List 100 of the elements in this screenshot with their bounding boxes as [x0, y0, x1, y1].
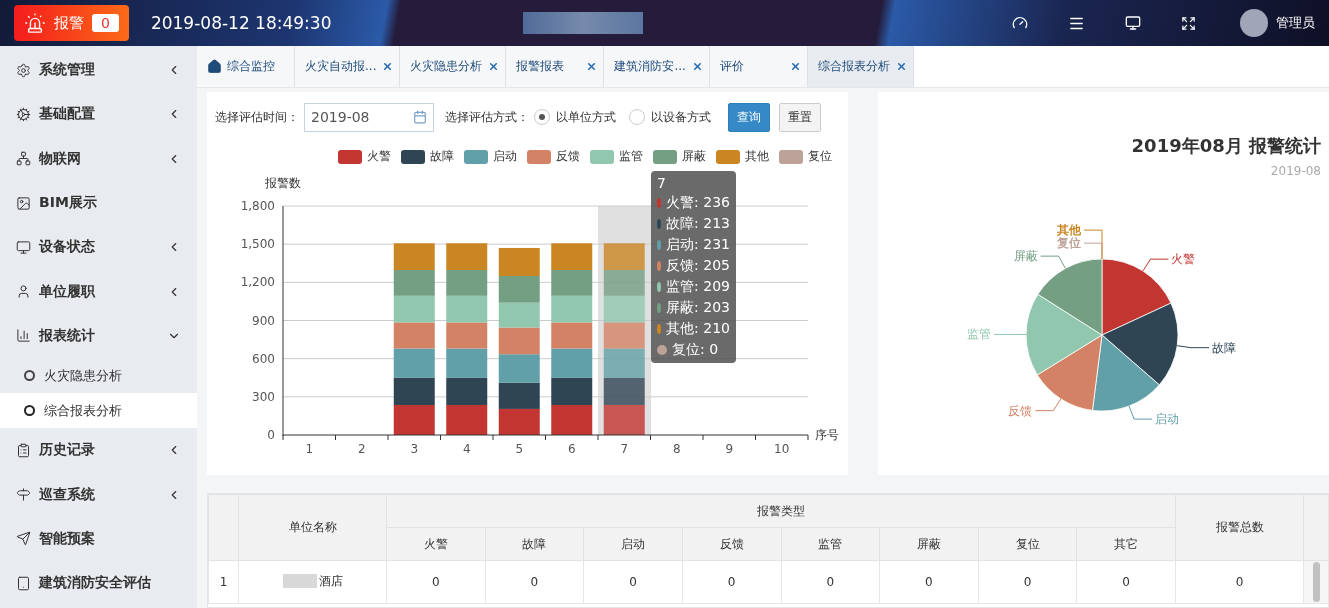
- bar-segment: [393, 377, 435, 405]
- tab[interactable]: 综合监控: [197, 46, 295, 87]
- menu-item-icon: [16, 62, 31, 78]
- sidebar-item[interactable]: 系统管理: [0, 48, 197, 93]
- sidebar-subitem[interactable]: 火灾隐患分析: [0, 358, 197, 394]
- leader-line: [1176, 345, 1210, 349]
- close-icon[interactable]: [382, 61, 394, 72]
- gauge-icon[interactable]: [1012, 15, 1028, 31]
- tab[interactable]: 报警报表: [506, 46, 605, 87]
- expand-icon[interactable]: [1181, 15, 1196, 31]
- radio-button[interactable]: [534, 109, 550, 125]
- bar-segment: [393, 243, 435, 270]
- sidebar-item[interactable]: 历史记录: [0, 428, 197, 473]
- close-icon[interactable]: [895, 61, 907, 72]
- tab[interactable]: 火灾自动报...: [295, 46, 401, 87]
- circle-icon: [24, 370, 35, 382]
- axis-tick-label: 900: [252, 313, 275, 328]
- radio-button[interactable]: [629, 109, 645, 125]
- close-icon[interactable]: [789, 61, 801, 72]
- query-button[interactable]: 查询: [728, 102, 770, 132]
- tab[interactable]: 评价: [709, 46, 808, 87]
- legend-item[interactable]: 启动: [464, 148, 517, 165]
- pie-label: 监管: [967, 327, 991, 342]
- tooltip-title: 7: [657, 175, 667, 191]
- legend-item[interactable]: 火警: [338, 148, 391, 165]
- sidebar-item[interactable]: 报表统计: [0, 313, 197, 359]
- legend-item[interactable]: 复位: [779, 148, 832, 165]
- bar-segment: [446, 322, 488, 349]
- sidebar-item[interactable]: 建筑消防安全评估: [0, 560, 197, 606]
- blurred-placeholder: [282, 574, 317, 589]
- close-icon[interactable]: [586, 61, 598, 72]
- tab[interactable]: 综合报表分析: [807, 46, 914, 87]
- leader-line: [1034, 398, 1062, 412]
- table-cell: 0: [485, 560, 584, 604]
- bar-segment: [446, 243, 488, 270]
- reset-button[interactable]: 重置: [779, 102, 821, 132]
- axis-tick-label: 9: [725, 442, 734, 456]
- sidebar-item[interactable]: 巡查系统: [0, 472, 197, 517]
- bar-segment: [551, 295, 593, 323]
- user-name[interactable]: 管理员: [1276, 14, 1315, 32]
- bar-segment: [498, 248, 540, 276]
- sidebar-item[interactable]: BIM展示: [0, 180, 197, 226]
- tooltip-value: 复位: 0: [672, 341, 719, 359]
- leader-line: [1040, 255, 1066, 269]
- close-icon[interactable]: [488, 61, 500, 72]
- sidebar-item[interactable]: 物联网: [0, 136, 197, 181]
- axis-tick-label: 1: [305, 442, 314, 456]
- column-header: 反馈: [682, 527, 781, 561]
- menu-item-icon: [16, 442, 31, 458]
- bar-segment: [446, 270, 488, 296]
- bar-segment: [498, 327, 540, 355]
- legend-item[interactable]: 屏蔽: [653, 148, 706, 165]
- sidebar-item[interactable]: 单位履职: [0, 269, 197, 314]
- sidebar-item[interactable]: 基础配置: [0, 92, 197, 137]
- calendar-icon: [413, 110, 427, 124]
- pie-label: 启动: [1155, 412, 1180, 427]
- pie-label: 火警: [1171, 252, 1196, 267]
- pie-label: 屏蔽: [1013, 249, 1038, 264]
- axis-tick-label: 8: [672, 442, 681, 456]
- row-number: 1: [208, 560, 239, 604]
- datetime: 2019-08-12 18:49:30: [150, 13, 332, 33]
- bar-segment: [446, 348, 488, 378]
- menu-item-icon: [16, 531, 31, 547]
- tooltip-value: 反馈: 205: [666, 257, 730, 275]
- menu-item-icon: [16, 195, 31, 211]
- sidebar-item[interactable]: 设备状态: [0, 225, 197, 270]
- bar-segment: [393, 348, 435, 378]
- monitor-icon[interactable]: [1125, 15, 1141, 31]
- avatar: [1240, 9, 1268, 37]
- legend-item[interactable]: 监管: [590, 148, 643, 165]
- axis-tick-label: 0: [267, 428, 275, 442]
- axis-tick-label: 600: [252, 351, 275, 366]
- column-header: 故障: [485, 527, 584, 561]
- tooltip-value: 启动: 231: [666, 236, 730, 254]
- close-icon[interactable]: [691, 61, 703, 72]
- alarm-button[interactable]: 报警 0: [14, 5, 129, 41]
- tooltip-value: 屏蔽: 203: [666, 299, 730, 317]
- date-field[interactable]: 2019-08: [304, 102, 434, 132]
- pie-label: 故障: [1212, 340, 1237, 355]
- axis-tick-label: 1,800: [240, 199, 275, 213]
- sidebar-item[interactable]: 智能预案: [0, 516, 197, 561]
- tab[interactable]: 火灾隐患分析: [400, 46, 507, 87]
- radio-option[interactable]: 以设备方式: [629, 108, 711, 126]
- bar-segment: [603, 348, 645, 378]
- table-cell: 0: [583, 560, 683, 604]
- radio-option[interactable]: 以单位方式: [534, 108, 616, 126]
- sidebar-subitem[interactable]: 综合报表分析: [0, 393, 197, 429]
- axis-tick-label: 1,200: [240, 275, 275, 290]
- legend-item[interactable]: 其他: [716, 148, 769, 165]
- bar-segment: [446, 295, 488, 323]
- table-cell: 0: [781, 560, 880, 604]
- axis-tick-label: 6: [567, 442, 576, 456]
- scrollbar[interactable]: [1313, 562, 1320, 602]
- tab[interactable]: 建筑消防安...: [604, 46, 710, 87]
- legend-item[interactable]: 故障: [401, 148, 454, 165]
- field-label: 选择评估方式：: [445, 108, 529, 126]
- pie-label: 其他: [1057, 223, 1081, 238]
- bar-segment: [551, 348, 593, 378]
- legend-item[interactable]: 反馈: [527, 148, 580, 165]
- menu-item-icon: [16, 487, 31, 502]
